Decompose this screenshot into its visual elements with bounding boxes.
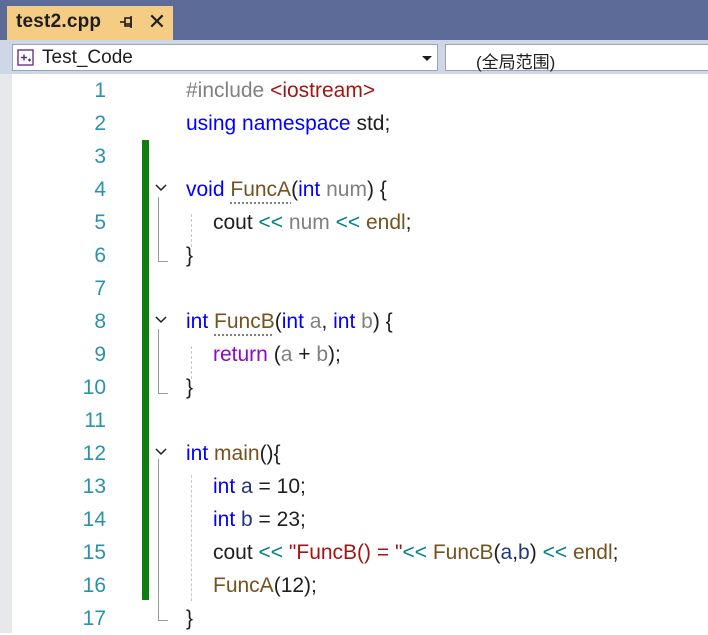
- code-text: void FuncA(int num) {: [186, 178, 387, 201]
- line-number: 16: [82, 574, 106, 597]
- code-line-12[interactable]: 12 int main(){: [0, 437, 708, 470]
- chevron-down-icon[interactable]: [422, 56, 432, 61]
- code-text: }: [186, 376, 194, 399]
- code-line-3[interactable]: 3: [0, 140, 708, 173]
- code-text: }: [186, 244, 194, 267]
- line-number: 13: [82, 475, 106, 498]
- project-name: Test_Code: [42, 47, 133, 68]
- code-line-16[interactable]: 16 FuncA(12);: [0, 569, 708, 602]
- tab-test2-cpp[interactable]: test2.cpp ✕: [7, 6, 173, 40]
- code-text: int a = 10;: [213, 475, 306, 498]
- project-icon: [17, 49, 34, 66]
- code-text: cout << "FuncB() = "<< FuncB(a,b) << end…: [213, 541, 619, 564]
- code-line-10[interactable]: 10 }: [0, 371, 708, 404]
- code-line-1[interactable]: 1 #include <iostream>: [0, 74, 708, 107]
- code-line-11[interactable]: 11: [0, 404, 708, 437]
- code-text: int FuncB(int a, int b) {: [186, 310, 393, 333]
- code-text: }: [186, 607, 194, 630]
- code-line-9[interactable]: 9 return (a + b);: [0, 338, 708, 371]
- code-text: cout << num << endl;: [213, 211, 412, 234]
- code-text: using namespace std;: [186, 112, 391, 135]
- line-number: 11: [84, 409, 106, 432]
- line-number: 3: [94, 145, 106, 168]
- line-number: 6: [94, 244, 106, 267]
- line-number: 4: [94, 178, 106, 201]
- code-text: #include <iostream>: [186, 79, 376, 102]
- code-line-17[interactable]: 17 }: [0, 602, 708, 635]
- pin-icon[interactable]: [117, 12, 137, 32]
- line-number: 7: [94, 277, 106, 300]
- code-text: int main(){: [186, 442, 281, 465]
- tab-title: test2.cpp: [16, 11, 102, 32]
- code-editor[interactable]: 1 #include <iostream> 2 using namespace …: [0, 74, 708, 633]
- close-icon[interactable]: ✕: [147, 11, 167, 33]
- scope-dropdown[interactable]: (全局范围): [445, 44, 708, 72]
- code-line-6[interactable]: 6 }: [0, 239, 708, 272]
- scope-label: (全局范围): [476, 53, 556, 72]
- line-number: 17: [82, 607, 106, 630]
- line-number: 5: [94, 211, 106, 234]
- line-number: 12: [82, 442, 106, 465]
- line-number: 8: [94, 310, 106, 333]
- line-number: 1: [94, 79, 106, 102]
- line-number: 14: [82, 508, 106, 531]
- code-line-2[interactable]: 2 using namespace std;: [0, 107, 708, 140]
- code-text: FuncA(12);: [213, 574, 317, 597]
- code-line-14[interactable]: 14 int b = 23;: [0, 503, 708, 536]
- collapse-chevron-icon[interactable]: [154, 181, 168, 195]
- code-text: int b = 23;: [213, 508, 306, 531]
- project-dropdown[interactable]: Test_Code: [12, 44, 438, 71]
- collapse-chevron-icon[interactable]: [154, 313, 168, 327]
- line-number: 9: [94, 343, 106, 366]
- line-number: 2: [94, 112, 106, 135]
- code-text: return (a + b);: [213, 343, 341, 366]
- code-line-15[interactable]: 15 cout << "FuncB() = "<< FuncB(a,b) << …: [0, 536, 708, 569]
- code-line-5[interactable]: 5 cout << num << endl;: [0, 206, 708, 239]
- code-line-8[interactable]: 8 int FuncB(int a, int b) {: [0, 305, 708, 338]
- line-number: 10: [82, 376, 106, 399]
- collapse-chevron-icon[interactable]: [154, 445, 168, 459]
- tab-strip: test2.cpp ✕: [0, 0, 708, 40]
- navigation-bar: Test_Code (全局范围): [0, 40, 708, 74]
- code-line-13[interactable]: 13 int a = 10;: [0, 470, 708, 503]
- code-line-7[interactable]: 7: [0, 272, 708, 305]
- code-line-4[interactable]: 4 void FuncA(int num) {: [0, 173, 708, 206]
- line-number: 15: [82, 541, 106, 564]
